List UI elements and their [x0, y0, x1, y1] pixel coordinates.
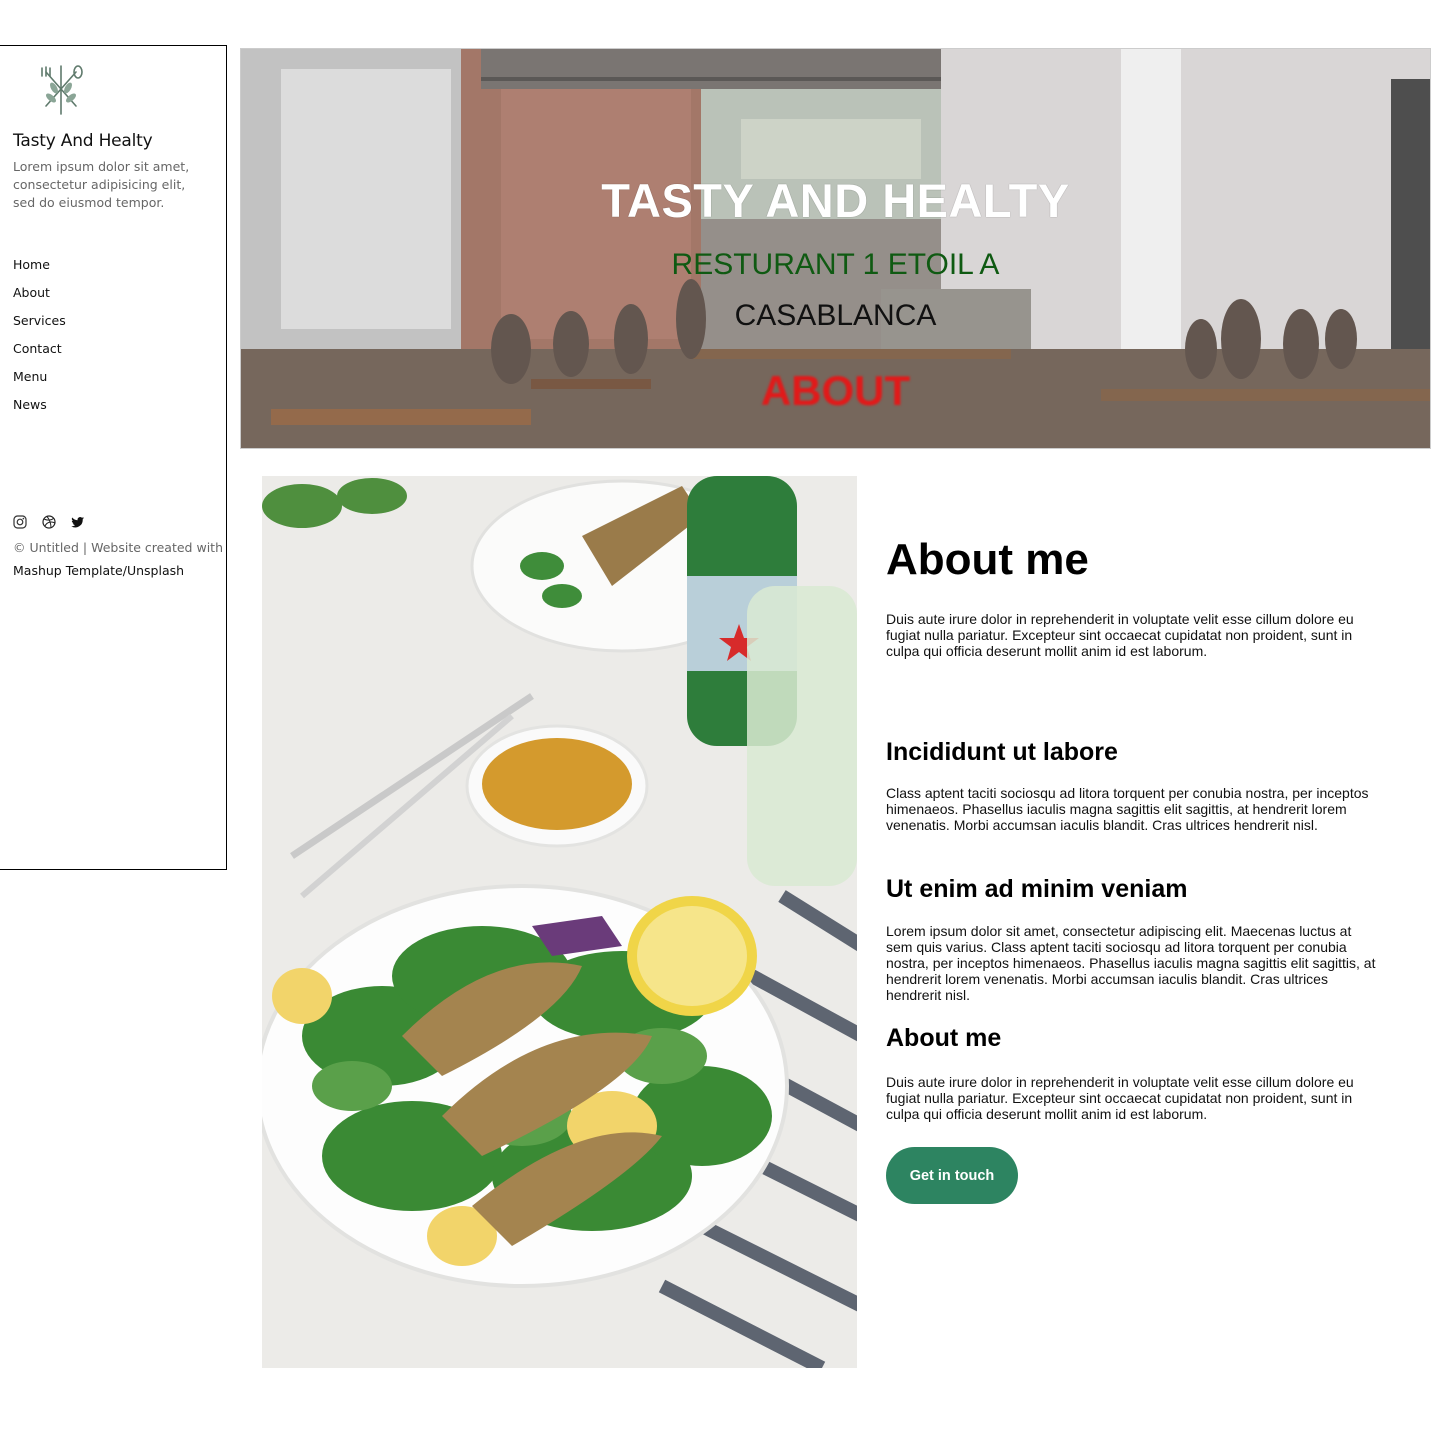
- nav-link-home[interactable]: Home: [13, 257, 50, 272]
- nav-item-menu: Menu: [13, 368, 66, 396]
- footer-prefix: © Untitled | Website created with: [13, 540, 223, 555]
- about-heading: About me: [886, 535, 1089, 584]
- nav-link-news[interactable]: News: [13, 397, 47, 412]
- dribbble-icon[interactable]: [42, 515, 56, 529]
- hero-banner: TASTY AND HEALTY RESTURANT 1 ETOIL A CAS…: [240, 48, 1431, 449]
- nav-link-about[interactable]: About: [13, 285, 50, 300]
- section-text-1: Class aptent taciti sociosqu ad litora t…: [886, 785, 1369, 833]
- hero-subtitle-line2: CASABLANCA: [734, 299, 937, 332]
- section-heading-1: Incididunt ut labore: [886, 738, 1118, 766]
- get-in-touch-button[interactable]: Get in touch: [886, 1147, 1018, 1204]
- nav-link-menu[interactable]: Menu: [13, 369, 47, 384]
- section-text-2: Lorem ipsum dolor sit amet, consectetur …: [886, 923, 1376, 1003]
- brand-name: Tasty And Healty: [13, 131, 153, 151]
- footer-credit-link[interactable]: Mashup Template/Unsplash: [13, 559, 223, 582]
- nav-link-services[interactable]: Services: [13, 313, 66, 328]
- main-nav: Home About Services Contact Menu News: [13, 256, 66, 424]
- nav-link-contact[interactable]: Contact: [13, 341, 62, 356]
- logo-icon[interactable]: [34, 62, 88, 120]
- footer-text: © Untitled | Website created with Mashup…: [13, 536, 223, 582]
- nav-item-about: About: [13, 284, 66, 312]
- brand-description: Lorem ipsum dolor sit amet, consectetur …: [13, 159, 190, 210]
- nav-item-home: Home: [13, 256, 66, 284]
- nav-item-contact: Contact: [13, 340, 66, 368]
- hero-title: TASTY AND HEALTY: [601, 174, 1070, 227]
- social-links: [13, 515, 85, 529]
- section-heading-3: About me: [886, 1024, 1002, 1052]
- twitter-icon[interactable]: [71, 515, 85, 529]
- instagram-icon[interactable]: [13, 515, 27, 529]
- hero-subtitle-line1: RESTURANT 1 ETOIL A: [671, 248, 1000, 281]
- about-intro: Duis aute irure dolor in reprehenderit i…: [886, 611, 1354, 659]
- section-text-3: Duis aute irure dolor in reprehenderit i…: [886, 1074, 1354, 1122]
- food-photo: [262, 476, 857, 1368]
- nav-item-news: News: [13, 396, 66, 424]
- sidebar: Tasty And Healty Lorem ipsum dolor sit a…: [0, 45, 227, 870]
- hero-section-label: ABOUT: [760, 367, 911, 414]
- section-heading-2: Ut enim ad minim veniam: [886, 875, 1188, 903]
- nav-item-services: Services: [13, 312, 66, 340]
